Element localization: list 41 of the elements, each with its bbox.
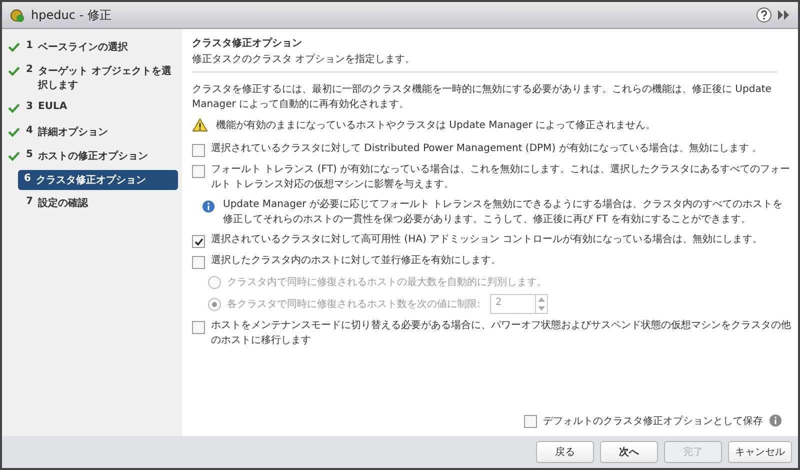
wizard-step[interactable]: 5 ホストの修正オプション: [2, 146, 178, 167]
info-text: Update Manager が必要に応じてフォールト トレランスを無効にできるようにする場合は、クラスタ内のすべてのホストを修正してそれらのホストの一貫性を保つ必要があります。こうして、修正後に再び FT を有効にすることができます。: [223, 198, 784, 226]
option-label: 選択されているクラスタに対して Distributed Power Management (DPM) が有効になっている場合は、無効にします 。: [211, 142, 762, 156]
checkbox[interactable]: [192, 165, 205, 178]
wizard-step[interactable]: 2 ターゲット オブジェクトを選択します: [2, 61, 178, 95]
info-icon: [202, 200, 215, 213]
check-icon: [8, 103, 20, 113]
option-label: クラスタ内で同時に修復されるホストの最大数を自動的に判別します。: [227, 276, 547, 289]
option-label: 選択されているクラスタに対して高可用性 (HA) アドミッション コントロールが有効になっている場合は、無効にします。: [211, 233, 763, 247]
checkbox[interactable]: [192, 144, 205, 157]
option-label: ホストをメンテナンスモードに切り替える必要がある場合に、パワーオフ状態およびサスペンド状態の仮想マシンをクラスタの他のホストに移行します: [211, 319, 792, 348]
check-icon: [8, 66, 20, 76]
option-label: デフォルトのクラスタ修正オプションとして保存: [543, 414, 763, 428]
dialog-button[interactable]: 戻る: [536, 441, 594, 463]
dialog-button[interactable]: キャンセル: [728, 441, 792, 463]
help-icon[interactable]: [756, 7, 772, 23]
wizard-step[interactable]: 4 詳細オプション: [2, 122, 178, 143]
section-title: クラスタ修正オプション: [192, 36, 303, 50]
checkbox[interactable]: [192, 235, 205, 248]
check-icon: [8, 42, 20, 52]
expand-icon[interactable]: [778, 10, 790, 20]
app-icon: [10, 8, 25, 22]
check-icon: [8, 127, 20, 137]
window-title: hpeduc - 修正: [31, 6, 112, 24]
option-label: 選択したクラスタ内のホストに対して並行修正を有効にします。: [211, 254, 501, 268]
check-icon: [8, 151, 20, 161]
checkbox[interactable]: [524, 415, 537, 428]
option-label: 各クラスタで同時に修復されるホスト数を次の値に制限:: [227, 298, 480, 311]
info-icon: [769, 414, 782, 427]
wizard-step[interactable]: 7 設定の確認: [2, 193, 178, 213]
option-label: フォールト トレランス (FT) が有効になっている場合は、これを無効にします。これは、選択したクラスタにあるすべてのフォールト トレランス対応の仮想マシンに影響を与えます。: [211, 163, 792, 192]
dialog-button[interactable]: 次へ: [600, 441, 658, 463]
checkbox[interactable]: [192, 256, 205, 269]
section-subtitle: 修正タスクのクラスタ オプションを指定します。: [192, 52, 416, 66]
wizard-step[interactable]: 6 クラスタ修正オプション: [18, 170, 178, 190]
wizard-step[interactable]: 1 ベースラインの選択: [2, 37, 178, 58]
warning-text: 機能が有効のままになっているホストやクラスタは Update Manager によって修正されません。: [216, 118, 656, 132]
checkbox[interactable]: [192, 321, 205, 334]
warning-icon: [192, 118, 208, 132]
wizard-step[interactable]: 3 EULA: [2, 98, 178, 119]
intro-text: クラスタを修正するには、最初に一部のクラスタ機能を一時的に無効にする必要があります。これらの機能は、修正後に Update Manager によって自動的に再有効化されます。: [192, 83, 772, 112]
